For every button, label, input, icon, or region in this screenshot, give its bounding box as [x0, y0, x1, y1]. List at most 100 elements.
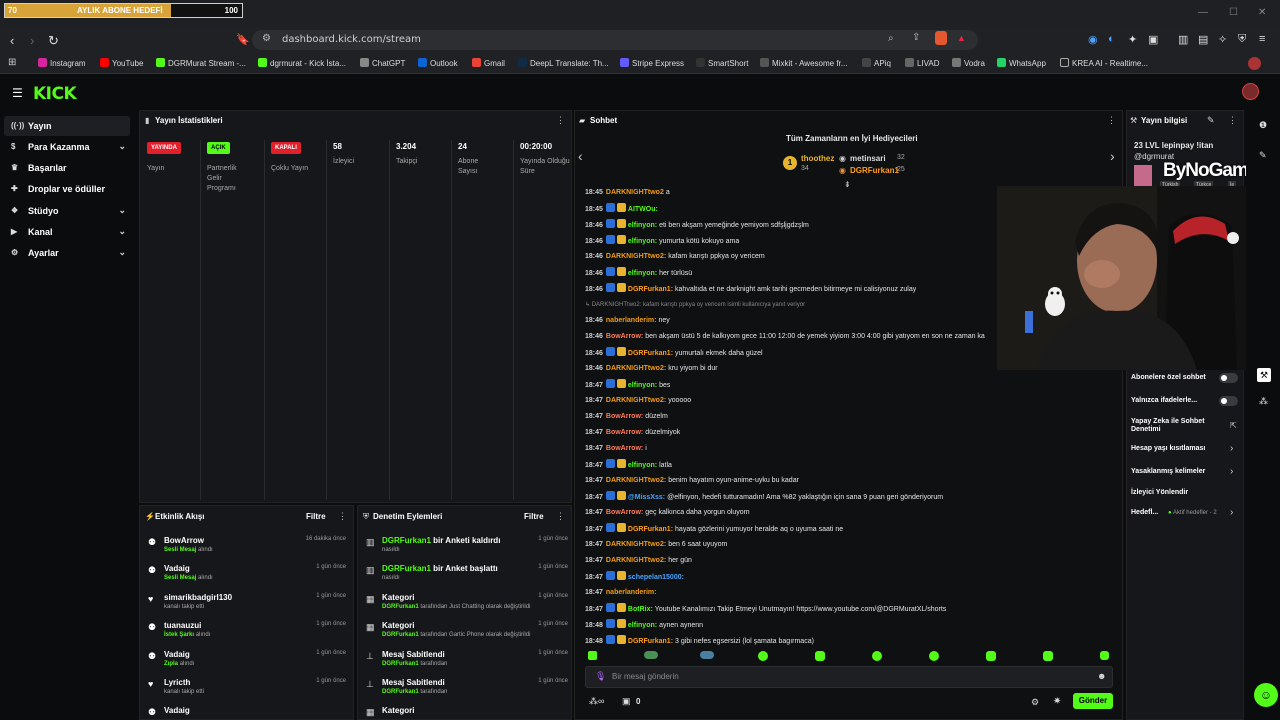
chat-settings-icon[interactable]: ⚙ — [1031, 697, 1039, 708]
account-age-label[interactable]: Hesap yaşı kısıtlaması — [1131, 445, 1205, 452]
message-username[interactable]: BotRix: — [628, 606, 653, 613]
chat-message[interactable]: 18:46 DARKNIGHTtwo2: kafam karıştı ppkya o… — [585, 251, 765, 263]
emote-icon[interactable] — [1043, 651, 1053, 661]
extension-icon[interactable]: ◐ — [1108, 33, 1115, 45]
message-username[interactable]: schepelan15000: — [628, 574, 684, 581]
chat-message[interactable]: 18:47 BotRix: Youtube Kanalımızı Takip Etm… — [585, 603, 946, 615]
emote-icon[interactable] — [986, 651, 996, 661]
message-username[interactable]: AITWOu: — [628, 206, 658, 213]
message-username[interactable]: DARKNIGHTtwo2: — [606, 253, 666, 260]
vpn-icon[interactable]: ⛨ — [1238, 33, 1246, 46]
message-username[interactable]: elfinyon: — [628, 382, 657, 389]
emote-icon[interactable] — [588, 651, 597, 660]
chat-tools-icon[interactable]: ✷ — [1053, 696, 1061, 707]
user-avatar[interactable] — [1242, 83, 1259, 100]
url-field[interactable]: ⚙ dashboard.kick.com/stream ⌕ ⇪ ▲ — [252, 30, 978, 50]
help-chat-icon[interactable]: ☺ — [1254, 683, 1278, 707]
nodes-icon[interactable]: ⁂ — [1259, 396, 1268, 407]
chat-message[interactable]: 18:46 DGRFurkan1: yumurtalı ekmek daha güz… — [585, 347, 763, 359]
chat-message[interactable]: 18:47 BowArrow: düzelm — [585, 411, 668, 423]
wallet-icon[interactable]: ▤ — [1198, 33, 1208, 46]
chat-message[interactable]: 18:47 schepelan15000: — [585, 571, 686, 583]
activity-item[interactable]: ⚉ Vadaig Sesli Mesaj alındı 1 gün önce — [146, 564, 348, 592]
chat-message[interactable]: 18:46 naberlanderim: ney — [585, 315, 670, 327]
chat-message[interactable]: 18:46 DARKNIGHTtwo2: kru yiyom bi dur — [585, 363, 718, 375]
banned-words-label[interactable]: Yasaklanmış kelimeler — [1131, 468, 1205, 475]
moderation-filter-button[interactable]: Filtre — [524, 512, 544, 521]
emote-icon[interactable] — [1100, 651, 1109, 660]
message-username[interactable]: DGRFurkan1: — [628, 286, 673, 293]
raid-label[interactable]: İzleyici Yönlendir — [1131, 489, 1188, 496]
info-icon[interactable]: ❶ — [1259, 120, 1267, 131]
message-username[interactable]: elfinyon: — [628, 238, 657, 245]
back-icon[interactable]: ‹ — [10, 33, 14, 48]
message-username[interactable]: DARKNIGHTtwo2: — [606, 365, 666, 372]
emote-icon[interactable] — [700, 651, 714, 659]
sidebar-item-studyo[interactable]: ❖ Stüdyo ⌄ — [4, 201, 130, 221]
chat-message[interactable]: 18:48 elfinyon: aynen aynenn — [585, 619, 703, 631]
bookmark-mixkit[interactable]: Mixkit - Awesome fr... — [760, 58, 847, 68]
kick-logo[interactable]: KICK — [33, 84, 77, 104]
chat-message[interactable]: 18:48 DGRFurkan1: 3 gibi nefes egsersizi (… — [585, 635, 814, 647]
forward-icon[interactable]: › — [30, 33, 34, 48]
chat-message[interactable]: 18:46 elfinyon: her türlüsü — [585, 267, 692, 279]
message-username[interactable]: DGRFurkan1: — [628, 350, 673, 357]
bookmark-krea[interactable]: KREA AI - Realtime... — [1060, 58, 1148, 68]
microphone-icon[interactable]: 🎙 — [595, 671, 606, 682]
leo-ai-icon[interactable]: ✧ — [1218, 33, 1227, 46]
message-username[interactable]: BowArrow: — [606, 333, 643, 340]
bookmark-dgrmurat-stream[interactable]: DGRMurat Stream -... — [156, 58, 246, 68]
send-button[interactable]: Gönder — [1073, 693, 1113, 709]
more-options-icon[interactable]: ⋮ — [556, 511, 565, 522]
activity-item[interactable]: ♥ simarikbadgirl130 kanalı takip etti 1 gün… — [146, 593, 348, 621]
bookmark-instagram[interactable]: Instagram — [38, 58, 86, 68]
chat-message[interactable]: 18:47 elfinyon: latla — [585, 459, 672, 471]
activity-item[interactable]: ⚉ Vadaig Zıpla alındı 1 gün önce — [146, 650, 348, 678]
bookmark-whatsapp[interactable]: WhatsApp — [997, 58, 1046, 68]
sidebar-item-yayin[interactable]: ((·)) Yayın — [4, 116, 130, 136]
more-options-icon[interactable]: ⋮ — [1107, 115, 1116, 126]
chat-message[interactable]: 18:45 DARKNIGHTtwo2 a — [585, 187, 670, 199]
profile-avatar[interactable] — [1248, 57, 1261, 70]
chat-message[interactable]: 18:47 DARKNIGHTtwo2: ben 6 saat uyuyom — [585, 539, 727, 551]
message-username[interactable]: @MissXss: — [628, 494, 665, 501]
hamburger-menu-icon[interactable]: ☰ — [12, 86, 23, 100]
message-username[interactable]: DGRFurkan1: — [628, 526, 673, 533]
activity-item[interactable]: ⚉ BowArrow Sesli Mesaj alındı 16 dakika önc… — [146, 536, 348, 564]
activity-filter-button[interactable]: Filtre — [306, 512, 326, 521]
chat-message[interactable]: 18:47 BowArrow: geç kalkınca daha yorgun o… — [585, 507, 750, 519]
sidebar-item-kanal[interactable]: ▶ Kanal ⌄ — [4, 222, 130, 242]
emote-icon[interactable] — [815, 651, 825, 661]
more-options-icon[interactable]: ⋮ — [1228, 115, 1237, 126]
external-link-icon[interactable]: ⇱ — [1230, 421, 1237, 430]
extensions-puzzle-icon[interactable]: ✦ — [1128, 33, 1137, 46]
emote-icon[interactable] — [872, 651, 882, 661]
chevron-right-icon[interactable]: › — [1110, 148, 1115, 164]
gifter-name[interactable]: thoothez — [801, 154, 834, 163]
share-icon[interactable]: ⇪ — [912, 32, 920, 43]
chevron-left-icon[interactable]: ‹ — [578, 148, 583, 164]
bookmark-vodra[interactable]: Vodra — [952, 58, 985, 68]
menu-icon[interactable]: ≡ — [1259, 33, 1265, 45]
chat-message[interactable]: 18:46 BowArrow: ben akşam üstü 5 de kalkıy… — [585, 331, 985, 343]
gifter-name[interactable]: DGRFurkan1 — [850, 166, 899, 175]
bookmark-smartshort[interactable]: SmartShort — [696, 58, 748, 68]
chat-message[interactable]: 18:45 AITWOu: — [585, 203, 660, 215]
rewards-icon[interactable]: ▲ — [957, 33, 966, 43]
gifter-name[interactable]: metinsari — [850, 154, 886, 163]
moderation-item[interactable]: ⊥ Mesaj Sabitlendi DGRFurkan1 tarafından 1 … — [364, 678, 570, 706]
moderation-item[interactable]: ▦ Kategori DGRFurkan1 tarafından Just Chat… — [364, 593, 570, 621]
sidebar-item-para-kazanma[interactable]: $ Para Kazanma ⌄ — [4, 137, 130, 157]
emote-icon[interactable] — [929, 651, 939, 661]
more-options-icon[interactable]: ⋮ — [556, 115, 565, 126]
sidebar-item-droplar[interactable]: ✚ Droplar ve ödüller — [4, 179, 130, 199]
bookmark-outlook[interactable]: Outlook — [418, 58, 458, 68]
wrench-icon[interactable]: ⚒ — [1257, 368, 1271, 382]
message-username[interactable]: DARKNIGHTtwo2: — [606, 557, 666, 564]
edit-icon[interactable]: ✎ — [1259, 150, 1267, 161]
chat-message[interactable]: 18:47 naberlanderim: — [585, 587, 658, 599]
chat-input[interactable]: 🎙 Bir mesaj gönderin ☻ — [585, 666, 1113, 688]
more-options-icon[interactable]: ⋮ — [338, 511, 347, 522]
moderation-item[interactable]: ▦ Kategori — [364, 706, 570, 718]
collapse-icon[interactable]: ⇟ — [844, 180, 851, 189]
